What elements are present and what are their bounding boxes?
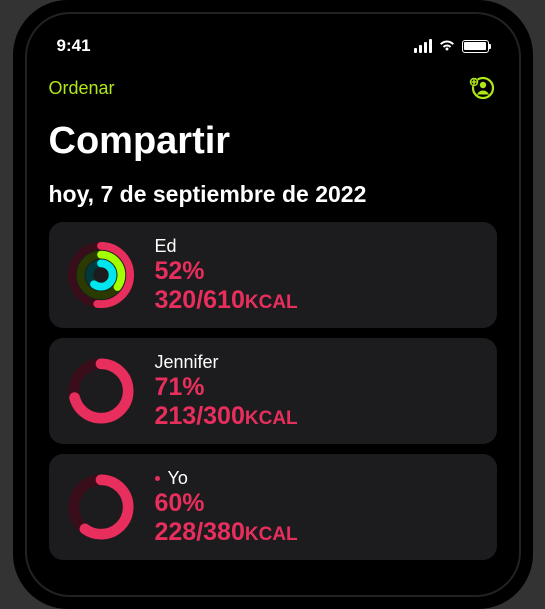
date-header: hoy, 7 de septiembre de 2022	[27, 181, 519, 222]
battery-icon	[462, 40, 489, 53]
sort-button[interactable]: Ordenar	[49, 78, 115, 99]
activity-percent: 60%	[155, 490, 298, 518]
activity-card[interactable]: Yo 60% 228/380KCAL	[49, 454, 497, 560]
activity-calories: 320/610KCAL	[155, 287, 298, 315]
notch	[188, 14, 358, 46]
activity-info: Ed 52% 320/610KCAL	[155, 236, 298, 314]
activity-card[interactable]: Jennifer 71% 213/300KCAL	[49, 338, 497, 444]
activity-info: Yo 60% 228/380KCAL	[155, 468, 298, 546]
nav-bar: Ordenar	[27, 64, 519, 112]
activity-ring-icon	[67, 473, 135, 541]
activity-name: Jennifer	[155, 352, 219, 373]
wifi-icon	[438, 36, 456, 56]
page-title: Compartir	[27, 112, 519, 181]
phone-screen: 9:41 Ordenar	[25, 12, 521, 597]
activity-card[interactable]: Ed 52% 320/610KCAL	[49, 222, 497, 328]
activity-info: Jennifer 71% 213/300KCAL	[155, 352, 298, 430]
add-person-icon	[467, 74, 495, 102]
activity-calories: 213/300KCAL	[155, 403, 298, 431]
phone-frame: 9:41 Ordenar	[13, 0, 533, 609]
activity-calories: 228/380KCAL	[155, 519, 298, 547]
activity-percent: 71%	[155, 374, 298, 402]
activity-name: Ed	[155, 236, 177, 257]
activity-percent: 52%	[155, 258, 298, 286]
activity-ring-icon	[67, 241, 135, 309]
add-person-button[interactable]	[465, 72, 497, 104]
activity-list: Ed 52% 320/610KCAL Jennifer 71% 213/300K…	[27, 222, 519, 560]
cellular-signal-icon	[414, 39, 432, 53]
activity-name: Yo	[168, 468, 188, 489]
me-indicator-dot	[155, 476, 160, 481]
activity-ring-icon	[67, 357, 135, 425]
